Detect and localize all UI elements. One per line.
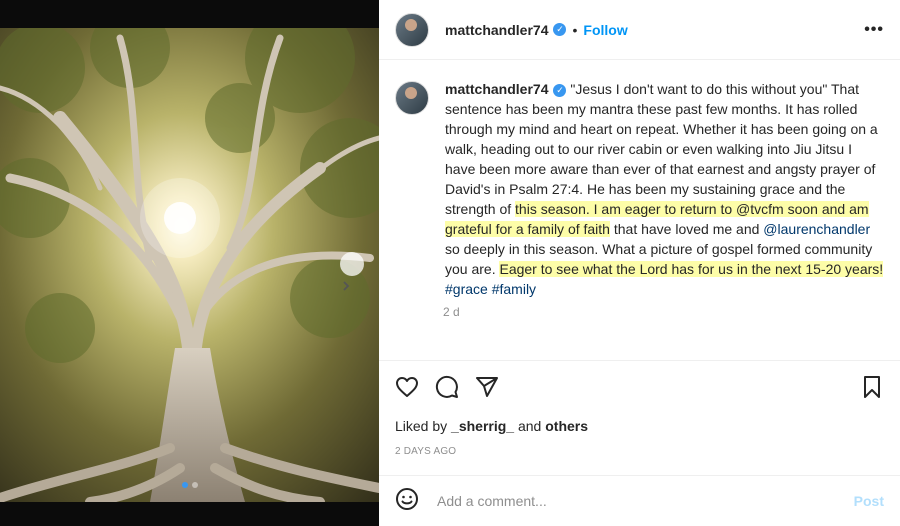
verified-badge: ✓ — [553, 83, 567, 97]
follow-button[interactable]: Follow — [583, 22, 627, 38]
post-panel: mattchandler74 ✓ • Follow ••• mattchandl… — [379, 0, 900, 526]
comment-bar: Post — [379, 475, 900, 526]
carousel-next-button[interactable] — [340, 252, 364, 291]
caption-row: mattchandler74 ✓ "Jesus I don't want to d… — [395, 79, 884, 299]
share-icon — [476, 377, 498, 397]
comment-icon — [435, 375, 458, 398]
comment-button[interactable] — [435, 375, 459, 404]
save-button[interactable] — [860, 375, 884, 404]
caption-avatar[interactable] — [395, 81, 429, 115]
more-options-icon[interactable]: ••• — [864, 21, 884, 39]
post-header: mattchandler74 ✓ • Follow ••• — [379, 0, 900, 60]
likes-others-link[interactable]: others — [545, 418, 588, 434]
avatar[interactable] — [395, 12, 429, 47]
caption-time: 2 d — [443, 305, 460, 319]
carousel-dot — [191, 482, 198, 488]
caption-username[interactable]: mattchandler74 — [445, 81, 548, 97]
comments-area: mattchandler74 ✓ "Jesus I don't want to d… — [379, 61, 900, 359]
carousel-dot — [181, 482, 188, 488]
emoji-button[interactable] — [395, 487, 419, 516]
like-button[interactable] — [395, 375, 419, 404]
caption-part: that have loved me and — [609, 221, 764, 237]
share-button[interactable] — [475, 375, 499, 404]
action-bar — [379, 360, 900, 404]
caption-text: mattchandler74 ✓ "Jesus I don't want to d… — [445, 79, 884, 299]
heart-icon — [396, 377, 418, 397]
caption-part: "Jesus I don't want to do this without y… — [445, 81, 878, 217]
likes-summary: Liked by _sherrig_ and others — [395, 418, 588, 434]
bookmark-icon — [864, 376, 880, 398]
hashtag-link[interactable]: #family — [492, 281, 536, 297]
verified-badge: ✓ — [553, 23, 567, 36]
emoji-icon — [396, 487, 418, 510]
mention-link[interactable]: @laurenchandler — [763, 221, 870, 237]
chevron-right-icon — [343, 281, 350, 291]
hashtag-link[interactable]: #grace — [445, 281, 488, 297]
post-comment-button[interactable]: Post — [854, 493, 884, 509]
separator-bullet: • — [572, 21, 578, 38]
carousel-dots — [0, 482, 379, 488]
caption-highlight: Eager to see what the Lord has for us in… — [499, 261, 884, 277]
likes-prefix: Liked by — [395, 418, 452, 434]
post-image — [0, 0, 379, 526]
post-date: 2 DAYS AGO — [395, 446, 457, 457]
header-username[interactable]: mattchandler74 — [445, 22, 548, 38]
tree-photo — [0, 28, 379, 502]
likes-middle: and — [514, 418, 546, 434]
liker-username[interactable]: _sherrig_ — [451, 418, 514, 434]
comment-input[interactable] — [435, 492, 854, 510]
